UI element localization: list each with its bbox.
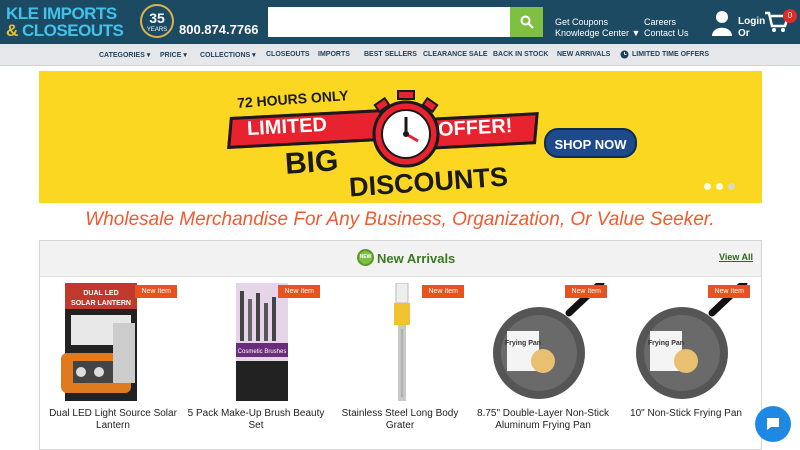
new-item-tag: New Item (135, 285, 177, 298)
product-name[interactable]: Dual LED Light Source Solar Lantern (43, 408, 183, 432)
svg-text:Frying Pan: Frying Pan (505, 340, 541, 347)
user-icon[interactable] (712, 10, 732, 36)
section-title: New Arrivals (377, 251, 456, 266)
tagline: Wholesale Merchandise For Any Business, … (85, 209, 715, 230)
nav-clearance-sale[interactable]: CLEARANCE SALE (423, 51, 488, 58)
banner-big-text: BIG (283, 144, 340, 181)
anniversary-badge: 35 YEARS (140, 4, 174, 38)
new-arrivals-section: NEW New Arrivals View All DUAL LED SOLAR… (39, 240, 762, 450)
product-name[interactable]: 8.75" Double-Layer Non-Stick Aluminum Fr… (473, 408, 613, 432)
careers-link[interactable]: Careers (644, 17, 676, 28)
nav-price[interactable]: PRICE ▾ (160, 51, 187, 59)
banner-offer-text: OFFER! (437, 115, 513, 141)
stopwatch-icon (372, 90, 440, 168)
logo-line-2: & CLOSEOUTS (6, 21, 124, 40)
product-card[interactable]: DUAL LED SOLAR LANTERN New Item Dual LED… (43, 283, 183, 443)
carousel-dots (704, 177, 740, 195)
new-item-tag: New Item (708, 285, 750, 298)
product-image[interactable] (338, 283, 462, 401)
product-card[interactable]: New Item Stainless Steel Long Body Grate… (330, 283, 470, 443)
phone-number[interactable]: 800.874.7766 (179, 22, 259, 37)
search-icon (520, 15, 534, 29)
product-image[interactable]: DUAL LED SOLAR LANTERN (51, 283, 175, 401)
new-item-tag: New Item (565, 285, 607, 298)
main-nav: CATEGORIES ▾ PRICE ▾ COLLECTIONS ▾ CLOSE… (0, 44, 800, 66)
contact-us-link[interactable]: Contact Us (644, 28, 689, 39)
product-card[interactable]: Cosmetic Brushes New Item 5 Pack Make-Up… (186, 283, 326, 443)
product-name[interactable]: Stainless Steel Long Body Grater (330, 408, 470, 432)
product-name[interactable]: 10" Non-Stick Frying Pan (616, 408, 756, 420)
nav-categories[interactable]: CATEGORIES ▾ (99, 51, 150, 59)
chat-button[interactable] (755, 406, 791, 442)
new-arrivals-header: NEW New Arrivals View All (40, 241, 761, 277)
product-card[interactable]: Frying Pan New Item 8.75" Double-Layer N… (473, 283, 613, 443)
nav-imports[interactable]: IMPORTS (318, 51, 350, 58)
get-coupons-link[interactable]: Get Coupons (555, 17, 608, 28)
chat-bubble-icon (767, 418, 779, 430)
svg-text:Frying Pan: Frying Pan (648, 340, 684, 347)
banner-hours-text: 72 HOURS ONLY (236, 87, 349, 111)
new-item-tag: New Item (422, 285, 464, 298)
new-badge-icon: NEW (357, 249, 374, 266)
cart-count-badge: 0 (783, 9, 797, 23)
carousel-dot[interactable] (716, 183, 723, 190)
site-logo[interactable]: KLE IMPORTS & CLOSEOUTS (6, 4, 136, 40)
product-name[interactable]: 5 Pack Make-Up Brush Beauty Set (186, 408, 326, 432)
search-button[interactable] (510, 7, 543, 37)
login-link[interactable]: Login Or (738, 16, 765, 40)
nav-best-sellers[interactable]: BEST SELLERS (364, 51, 417, 58)
clock-icon (620, 50, 629, 59)
product-image[interactable]: Frying Pan (624, 283, 748, 401)
product-card[interactable]: Frying Pan New Item 10" Non-Stick Frying… (616, 283, 756, 443)
nav-limited-time-offers[interactable]: LIMITED TIME OFFERS (632, 51, 709, 58)
shop-now-button[interactable]: SHOP NOW (544, 128, 637, 158)
carousel-dot[interactable] (728, 183, 735, 190)
svg-text:Cosmetic Brushes: Cosmetic Brushes (238, 349, 287, 355)
banner-limited-text: LIMITED (246, 113, 328, 141)
search-input[interactable] (268, 7, 510, 37)
svg-text:SOLAR LANTERN: SOLAR LANTERN (71, 300, 131, 307)
site-header: KLE IMPORTS & CLOSEOUTS 35 YEARS 800.874… (0, 0, 800, 44)
product-image[interactable]: Cosmetic Brushes (194, 283, 318, 401)
nav-new-arrivals[interactable]: NEW ARRIVALS (557, 51, 610, 58)
nav-closeouts[interactable]: CLOSEOUTS (266, 51, 310, 58)
carousel-dot[interactable] (704, 183, 711, 190)
knowledge-center-link[interactable]: Knowledge Center ▼ (555, 28, 640, 39)
svg-text:DUAL LED: DUAL LED (83, 290, 118, 297)
product-image[interactable]: Frying Pan (481, 283, 605, 401)
view-all-link[interactable]: View All (719, 252, 753, 262)
nav-collections[interactable]: COLLECTIONS ▾ (200, 51, 256, 59)
nav-back-in-stock[interactable]: BACK IN STOCK (493, 51, 548, 58)
promo-banner[interactable]: 72 HOURS ONLY LIMITED OFFER! BIG DISCOUN… (39, 71, 762, 203)
new-item-tag: New Item (278, 285, 320, 298)
